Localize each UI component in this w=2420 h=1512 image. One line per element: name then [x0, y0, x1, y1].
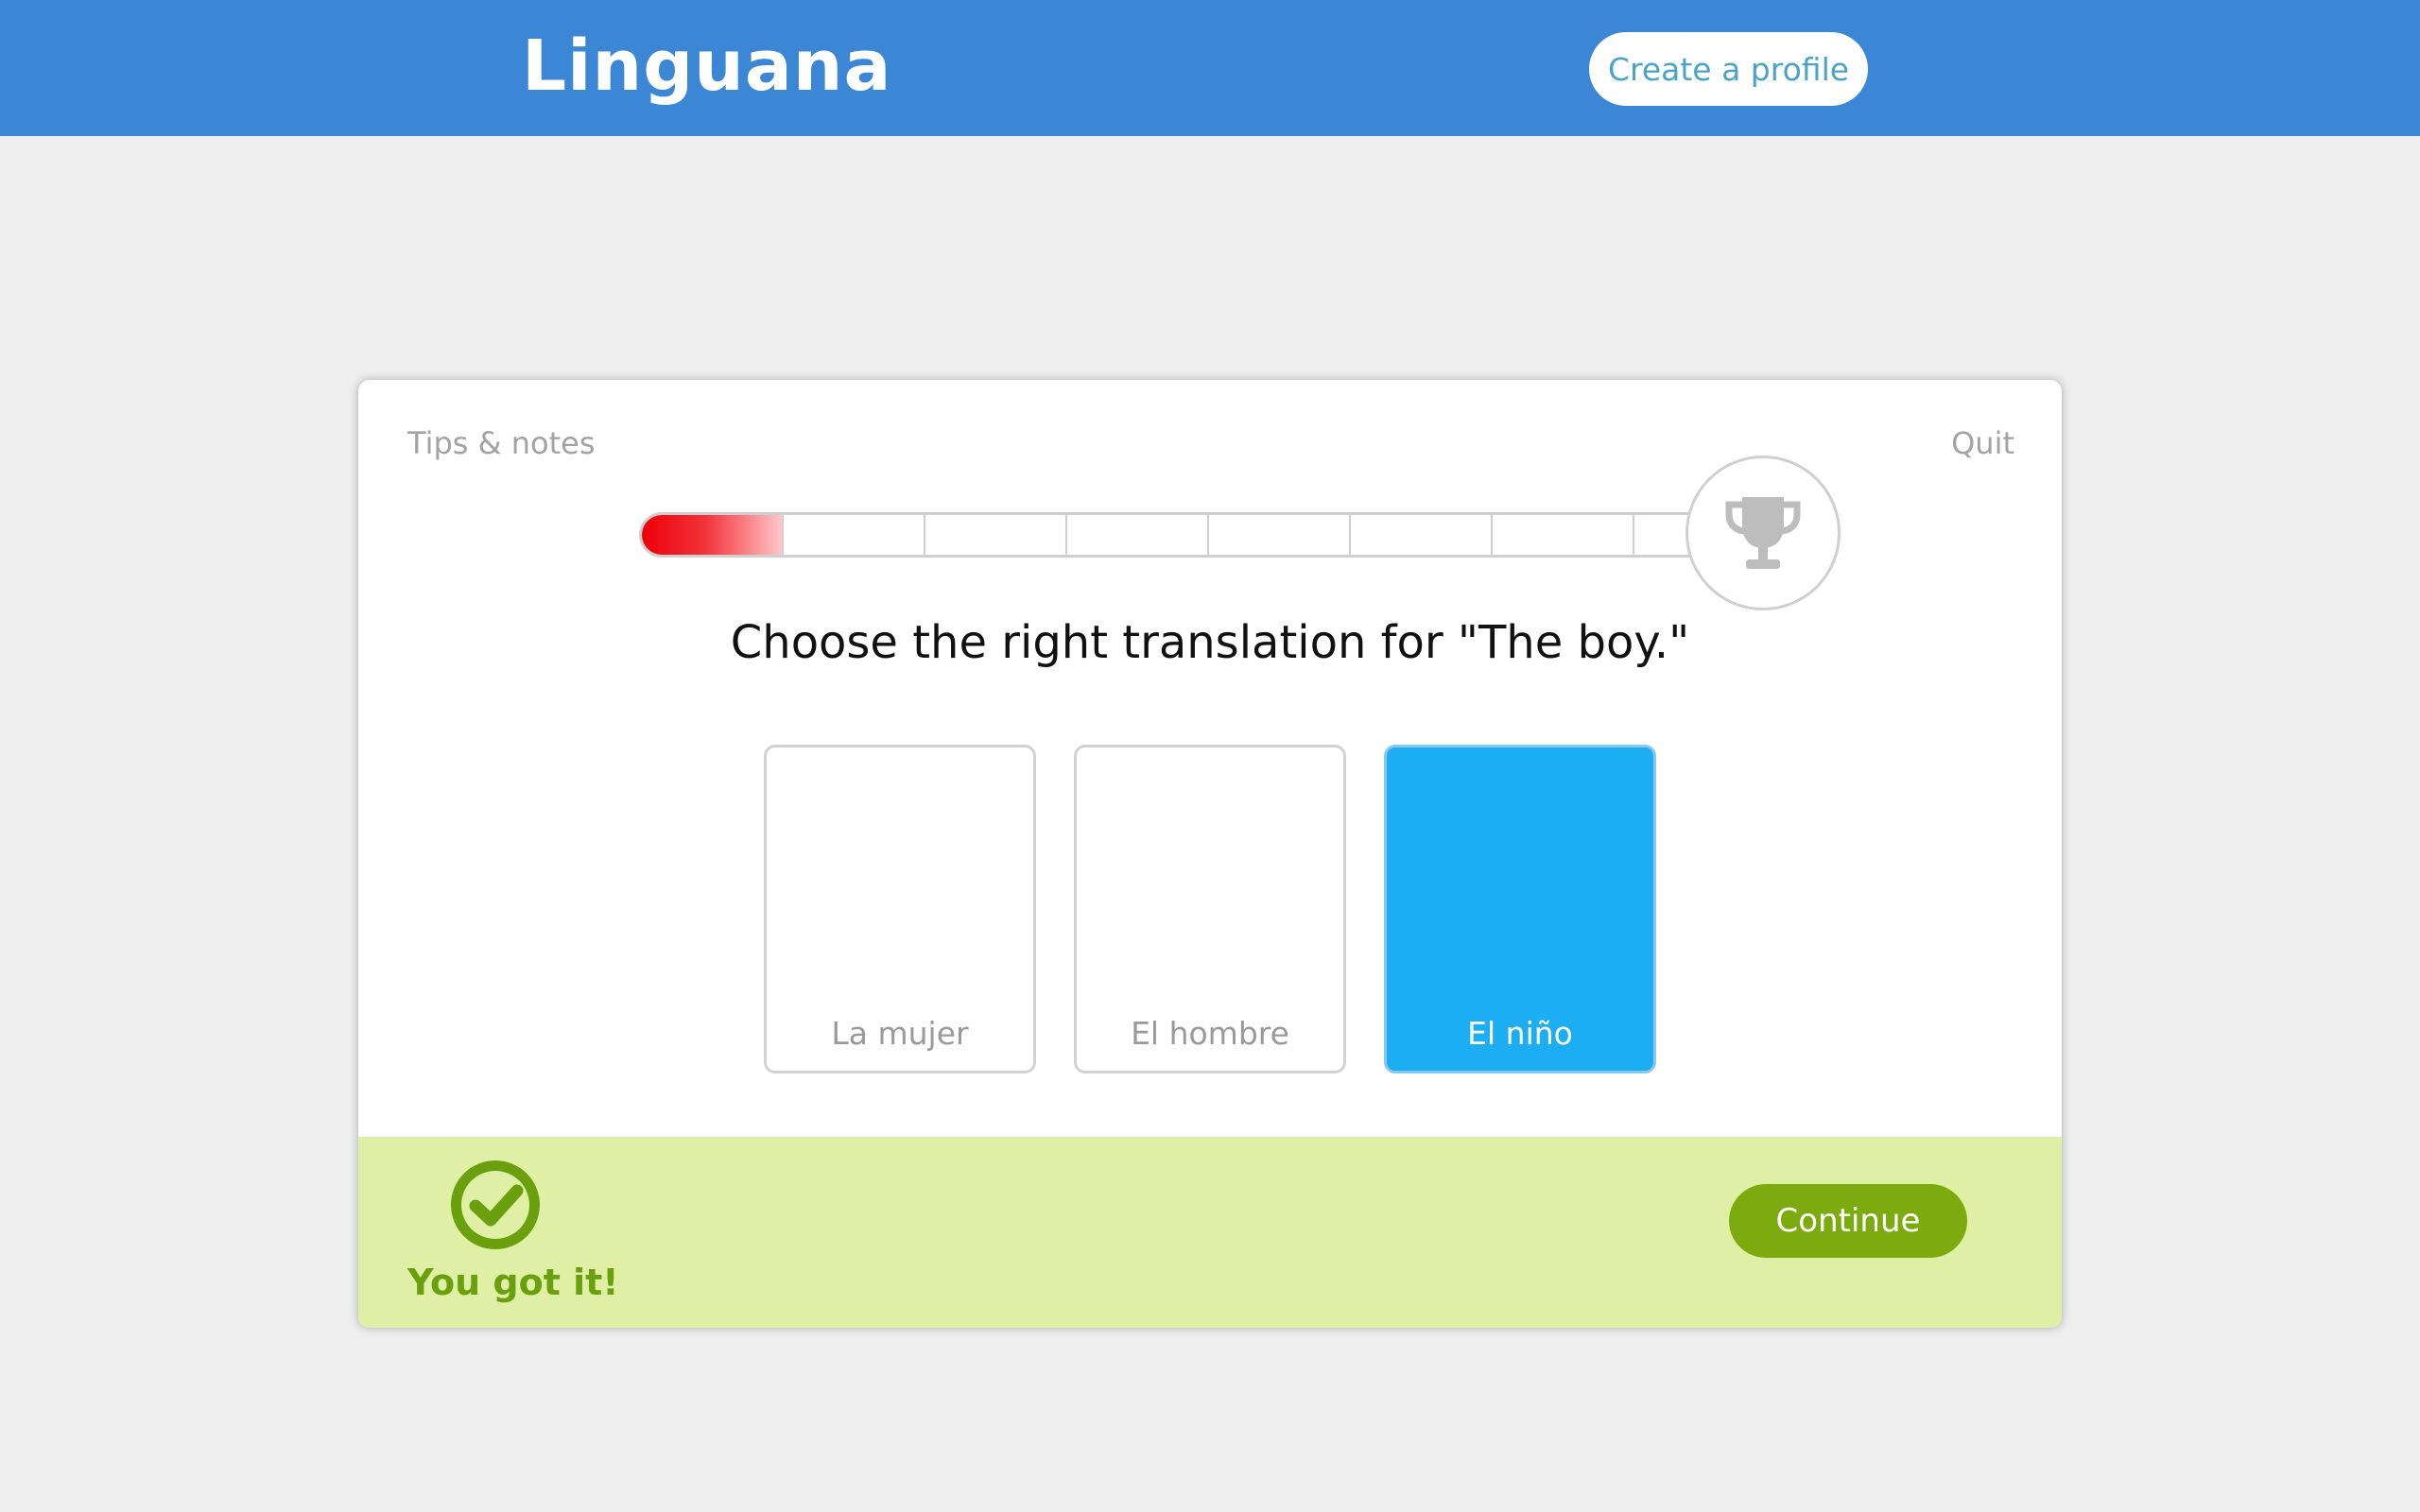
progress-segment [784, 515, 925, 555]
lesson-card: Tips & notes Quit Choose the right trans… [358, 380, 2062, 1328]
top-bar: Linguana Create a profile [0, 0, 2420, 136]
progress-segment [1351, 515, 1493, 555]
continue-button[interactable]: Continue [1729, 1184, 1967, 1258]
question-prompt: Choose the right translation for "The bo… [730, 616, 1690, 669]
progress-segment [925, 515, 1067, 555]
progress-segment [642, 515, 784, 555]
choice-card-la-mujer[interactable]: La mujer [764, 745, 1036, 1074]
tips-and-notes-link[interactable]: Tips & notes [407, 425, 596, 461]
lesson-progress-bar [639, 512, 1708, 558]
progress-segment [1067, 515, 1209, 555]
check-circle-icon [451, 1160, 540, 1249]
choice-label: La mujer [831, 1015, 969, 1052]
create-profile-button[interactable]: Create a profile [1589, 32, 1868, 106]
quit-link[interactable]: Quit [1951, 425, 2014, 461]
choice-card-el-nino[interactable]: El niño [1384, 745, 1656, 1074]
progress-segment [1209, 515, 1351, 555]
feedback-banner: You got it! Continue [358, 1137, 2062, 1328]
choice-card-el-hombre[interactable]: El hombre [1074, 745, 1346, 1074]
app-logo[interactable]: Linguana [522, 21, 891, 112]
choice-label: El hombre [1131, 1015, 1289, 1052]
progress-segment [1493, 515, 1634, 555]
trophy-icon [1725, 497, 1801, 569]
feedback-message: You got it! [407, 1262, 619, 1303]
trophy-badge [1685, 455, 1841, 610]
choice-label: El niño [1467, 1015, 1573, 1052]
